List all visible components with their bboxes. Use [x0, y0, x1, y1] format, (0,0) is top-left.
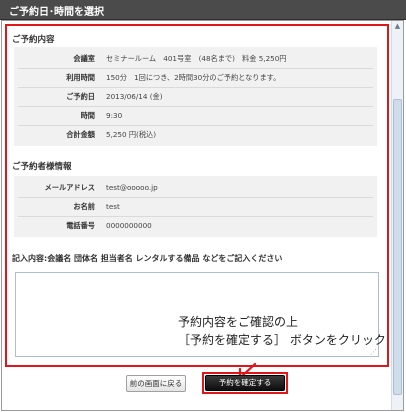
- info-value: test@ooooo.jp: [106, 183, 158, 192]
- detail-label: 利用時間: [66, 73, 95, 82]
- info-row-phone: 電話番号 0000000000: [14, 216, 377, 235]
- reservation-heading: ご予約内容: [12, 35, 55, 45]
- window-title: ご予約日･時間を選択: [9, 7, 104, 18]
- detail-row-time: 時間 9:30: [14, 106, 377, 125]
- detail-label: 時間: [80, 111, 95, 120]
- detail-row-total: 合計金額 5,250 円(税込): [14, 125, 377, 144]
- detail-value: 9:30: [106, 111, 123, 120]
- resize-grip-icon[interactable]: ⋰: [370, 349, 405, 411]
- detail-row-duration: 利用時間 150分 1回につき、2時間30分のご予約となります。: [14, 68, 377, 87]
- info-row-name: お名前 test: [14, 197, 377, 216]
- reservation-details-panel: 会議室 セミナールーム 401号室 (48名まで) 料金 5,250円 利用時間…: [14, 47, 377, 146]
- info-value: test: [106, 202, 120, 211]
- confirm-reservation-button[interactable]: 予約を確定する: [205, 375, 285, 391]
- detail-value: 150分 1回につき、2時間30分のご予約となります。: [106, 73, 281, 82]
- info-label: メールアドレス: [44, 183, 95, 192]
- info-row-email: メールアドレス test@ooooo.jp: [14, 178, 377, 197]
- back-button[interactable]: 前の画面に戻る: [126, 375, 186, 392]
- detail-row-room: 会議室 セミナールーム 401号室 (48名まで) 料金 5,250円: [14, 49, 377, 68]
- detail-value: セミナールーム 401号室 (48名まで) 料金 5,250円: [106, 54, 287, 63]
- detail-label: 合計金額: [66, 130, 95, 139]
- detail-label: 会議室: [73, 54, 95, 63]
- booker-info-panel: メールアドレス test@ooooo.jp お名前 test 電話番号 0000…: [14, 176, 377, 237]
- detail-row-date: ご予約日 2013/06/14 (金): [14, 87, 377, 106]
- info-label: お名前: [73, 202, 95, 211]
- instruction-line-2: ［予約を確定する］ ボタンをクリック: [178, 333, 386, 347]
- info-value: 0000000000: [106, 221, 152, 230]
- scroll-up-arrow-icon[interactable]: ▲: [392, 21, 403, 32]
- instruction-line-1: 予約内容をご確認の上: [178, 315, 299, 329]
- detail-value: 5,250 円(税込): [106, 130, 157, 139]
- comment-label: 記入内容:会議名 団体名 担当者名 レンタルする備品 などをご記入ください: [12, 254, 283, 263]
- detail-value: 2013/06/14 (金): [106, 92, 163, 101]
- title-bar: ご予約日･時間を選択: [0, 0, 406, 20]
- booker-heading: ご予約者様情報: [12, 162, 72, 172]
- detail-label: ご予約日: [66, 92, 95, 101]
- info-label: 電話番号: [66, 221, 95, 230]
